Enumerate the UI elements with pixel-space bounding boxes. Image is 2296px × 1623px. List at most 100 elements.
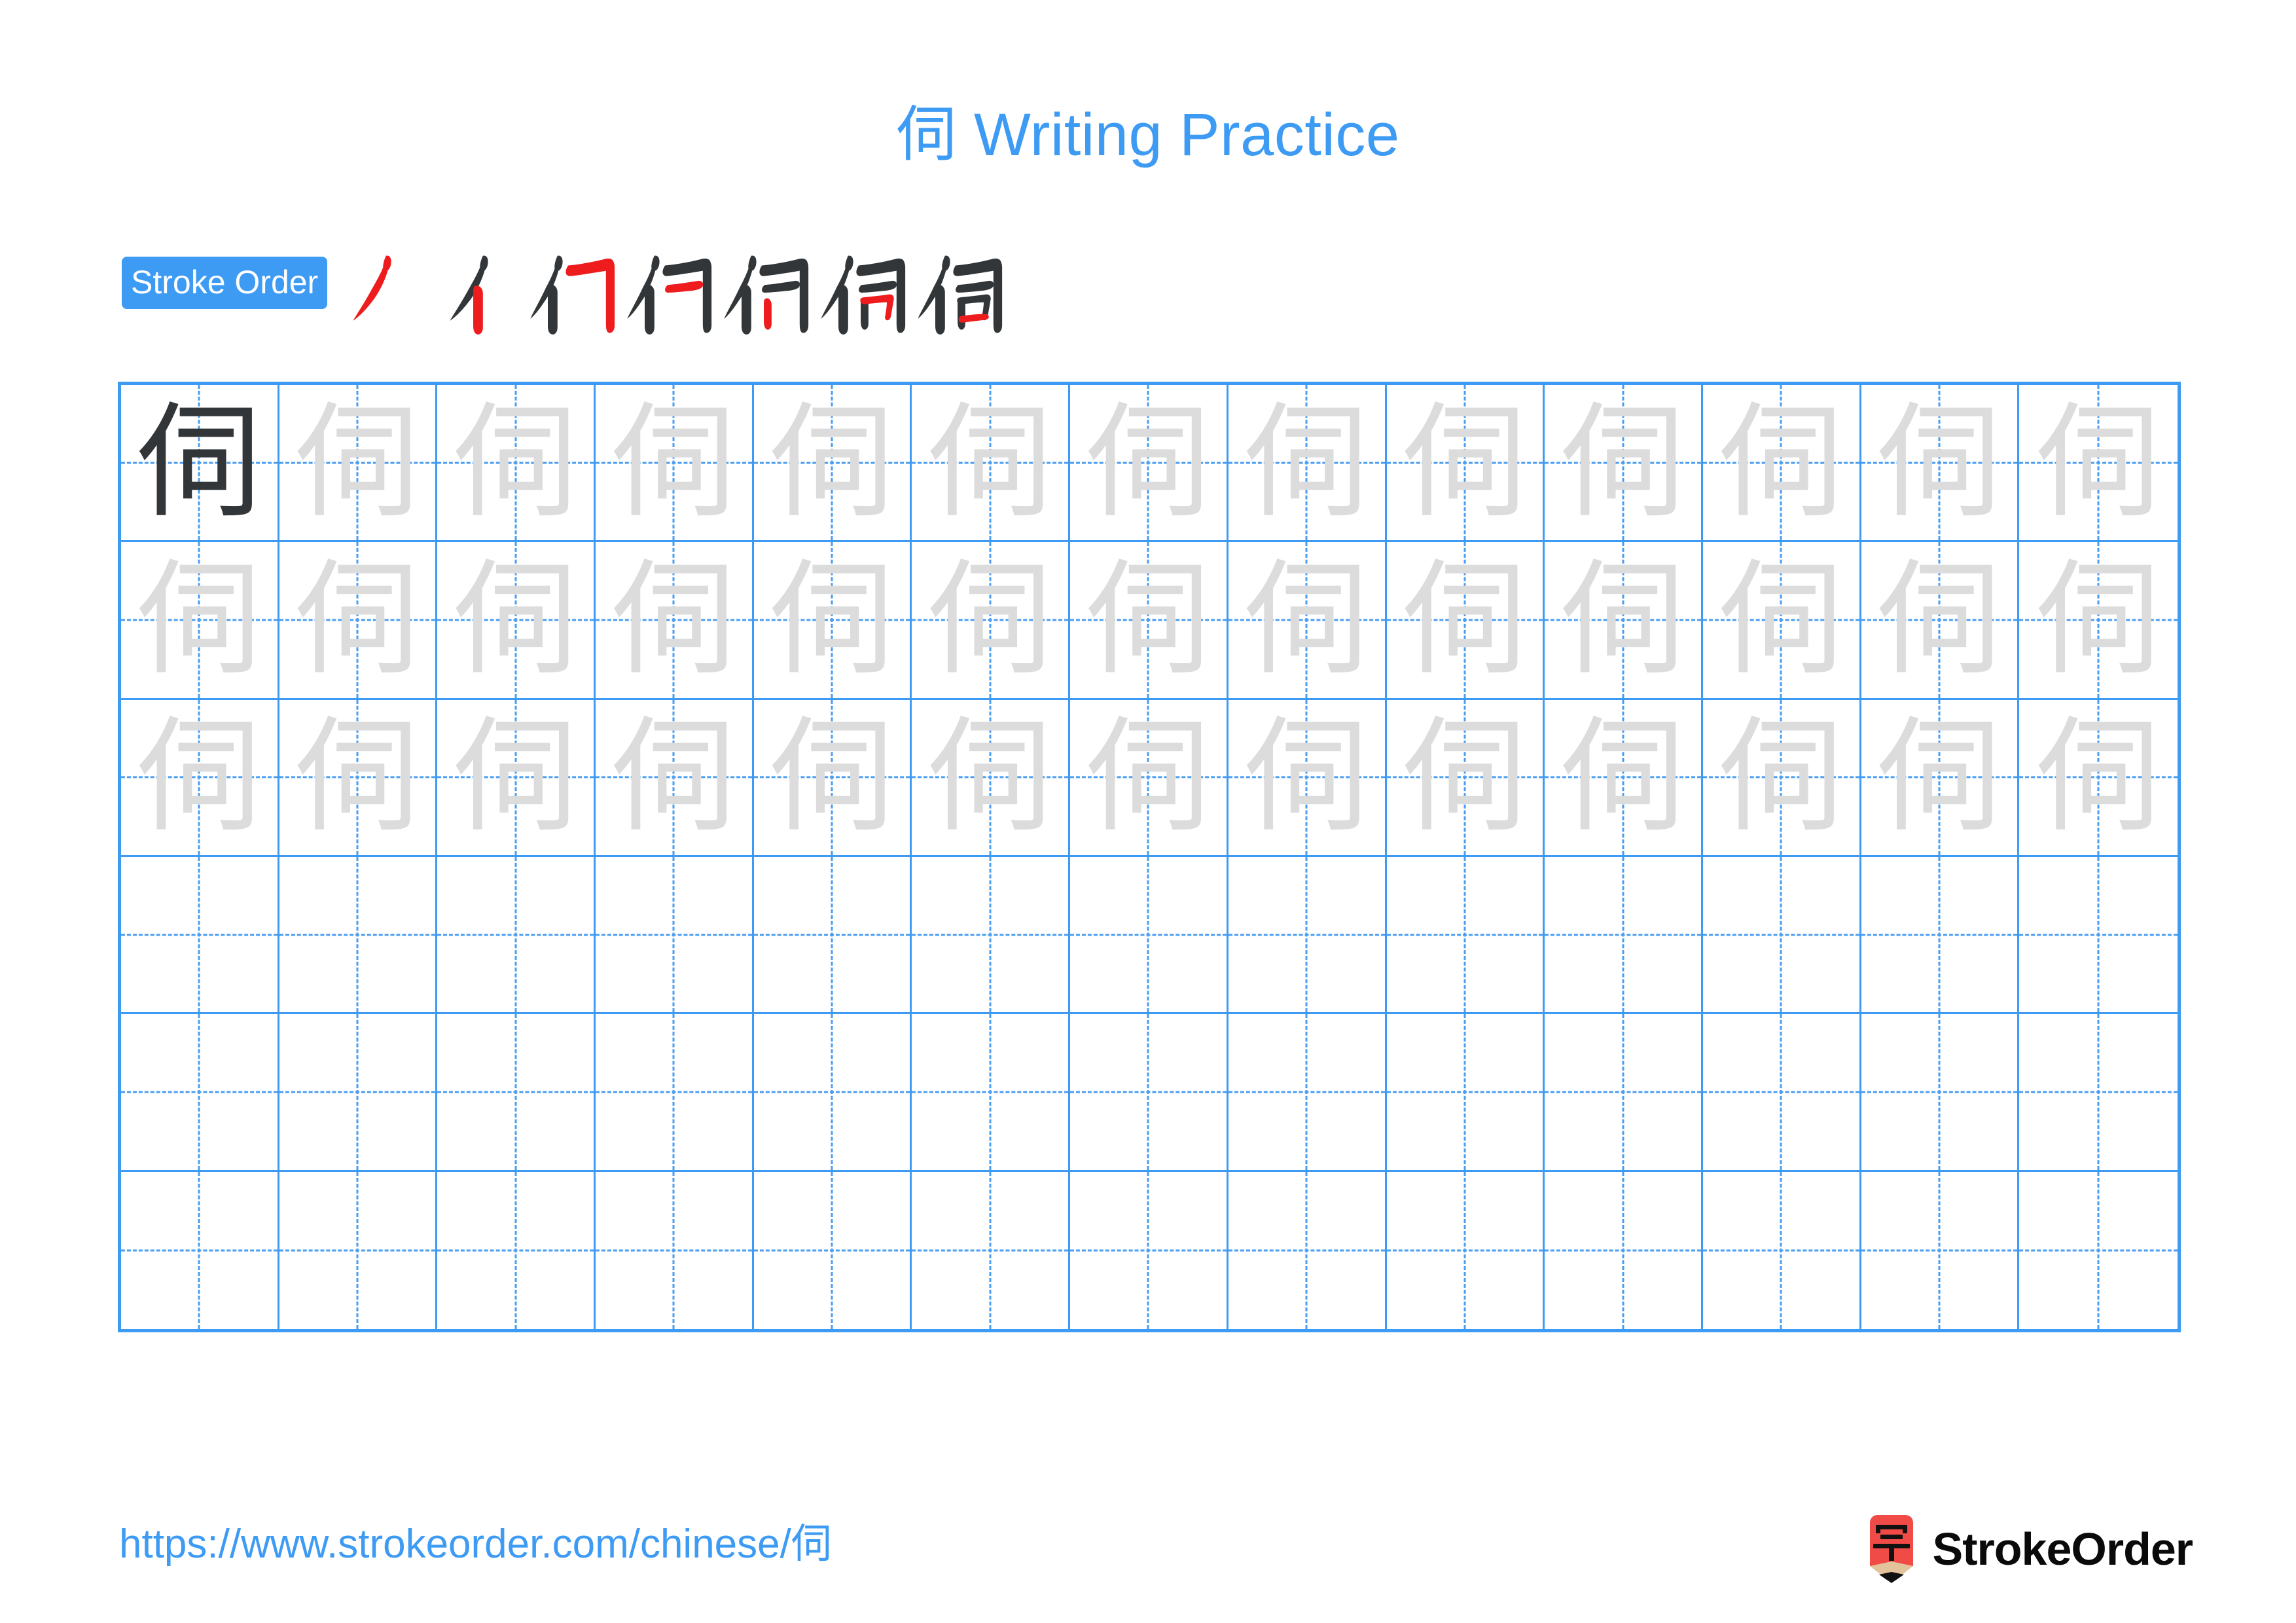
stroke-step-3-icon bbox=[530, 255, 615, 335]
practice-cell-r5-c7[interactable] bbox=[1070, 1014, 1229, 1172]
practice-cell-r4-c4[interactable] bbox=[596, 856, 754, 1015]
practice-cell-r1-c8[interactable]: 伺 bbox=[1228, 385, 1387, 543]
practice-cell-r1-c2[interactable]: 伺 bbox=[279, 385, 438, 543]
practice-cell-r5-c2[interactable] bbox=[279, 1014, 438, 1172]
practice-cell-r4-c6[interactable] bbox=[912, 856, 1071, 1015]
practice-cell-r4-c11[interactable] bbox=[1702, 856, 1861, 1015]
practice-cell-r4-c5[interactable] bbox=[753, 856, 912, 1015]
stroke-step-3 bbox=[524, 242, 620, 339]
practice-cell-r3-c3[interactable]: 伺 bbox=[437, 699, 596, 857]
trace-character: 伺 bbox=[295, 547, 420, 692]
practice-cell-r2-c11[interactable]: 伺 bbox=[1702, 542, 1861, 700]
practice-cell-r1-c5[interactable]: 伺 bbox=[753, 385, 912, 543]
practice-cell-r1-c11[interactable]: 伺 bbox=[1702, 385, 1861, 543]
practice-cell-r2-c7[interactable]: 伺 bbox=[1070, 542, 1229, 700]
practice-cell-r6-c5[interactable] bbox=[754, 1171, 912, 1329]
practice-cell-r6-c12[interactable] bbox=[1861, 1171, 2020, 1329]
trace-character: 伺 bbox=[1086, 390, 1211, 535]
page-title-text: Writing Practice bbox=[956, 101, 1400, 168]
practice-cell-r2-c9[interactable]: 伺 bbox=[1386, 542, 1545, 700]
trace-character: 伺 bbox=[2036, 704, 2161, 850]
practice-cell-r2-c4[interactable]: 伺 bbox=[596, 542, 754, 700]
practice-cell-r2-c5[interactable]: 伺 bbox=[753, 542, 912, 700]
practice-cell-r4-c10[interactable] bbox=[1545, 856, 1703, 1015]
practice-cell-r3-c9[interactable]: 伺 bbox=[1386, 699, 1545, 857]
practice-cell-r6-c9[interactable] bbox=[1387, 1171, 1545, 1329]
practice-cell-r1-c3[interactable]: 伺 bbox=[437, 385, 596, 543]
practice-cell-r2-c1[interactable]: 伺 bbox=[121, 542, 279, 700]
practice-cell-r3-c7[interactable]: 伺 bbox=[1070, 699, 1229, 857]
practice-cell-r2-c3[interactable]: 伺 bbox=[437, 542, 596, 700]
trace-character: 伺 bbox=[1876, 704, 2001, 850]
practice-grid: 伺伺伺伺伺伺伺伺伺伺伺伺伺伺伺伺伺伺伺伺伺伺伺伺伺伺伺伺伺伺伺伺伺伺伺伺伺伺伺 bbox=[118, 382, 2181, 1332]
practice-cell-r2-c10[interactable]: 伺 bbox=[1545, 542, 1703, 700]
practice-cell-r3-c1[interactable]: 伺 bbox=[121, 699, 279, 857]
practice-cell-r6-c1[interactable] bbox=[121, 1171, 279, 1329]
practice-cell-r2-c6[interactable]: 伺 bbox=[912, 542, 1071, 700]
trace-character: 伺 bbox=[1244, 704, 1369, 850]
practice-cell-r2-c2[interactable]: 伺 bbox=[279, 542, 438, 700]
practice-cell-r2-c13[interactable]: 伺 bbox=[2019, 542, 2178, 700]
practice-cell-r1-c12[interactable]: 伺 bbox=[1861, 385, 2020, 543]
practice-cell-r6-c8[interactable] bbox=[1229, 1171, 1387, 1329]
trace-character: 伺 bbox=[1402, 390, 1527, 535]
practice-cell-r4-c3[interactable] bbox=[437, 856, 596, 1015]
practice-cell-r1-c1[interactable]: 伺 bbox=[121, 385, 279, 543]
trace-character: 伺 bbox=[611, 390, 736, 535]
practice-cell-r4-c9[interactable] bbox=[1386, 856, 1545, 1015]
practice-cell-r1-c10[interactable]: 伺 bbox=[1545, 385, 1703, 543]
practice-cell-r4-c13[interactable] bbox=[2019, 857, 2178, 1015]
practice-cell-r3-c12[interactable]: 伺 bbox=[1861, 699, 2020, 857]
practice-cell-r6-c11[interactable] bbox=[1703, 1171, 1861, 1329]
practice-cell-r2-c12[interactable]: 伺 bbox=[1861, 542, 2020, 700]
practice-cell-r3-c5[interactable]: 伺 bbox=[753, 699, 912, 857]
practice-cell-r6-c3[interactable] bbox=[437, 1171, 596, 1329]
practice-cell-r1-c7[interactable]: 伺 bbox=[1070, 385, 1229, 543]
trace-character: 伺 bbox=[611, 704, 736, 850]
footer-url[interactable]: https://www.strokeorder.com/chinese/伺 bbox=[119, 1521, 832, 1567]
practice-cell-r5-c1[interactable] bbox=[121, 1014, 279, 1172]
page-title: 伺 Writing Practice bbox=[0, 105, 2296, 166]
practice-cell-r4-c7[interactable] bbox=[1070, 856, 1229, 1015]
practice-cell-r3-c11[interactable]: 伺 bbox=[1702, 699, 1861, 857]
practice-cell-r5-c12[interactable] bbox=[1861, 1014, 2020, 1172]
practice-cell-r6-c4[interactable] bbox=[596, 1171, 754, 1329]
practice-cell-r6-c13[interactable] bbox=[2019, 1172, 2178, 1329]
practice-cell-r5-c9[interactable] bbox=[1386, 1014, 1545, 1172]
practice-cell-r3-c2[interactable]: 伺 bbox=[279, 699, 438, 857]
practice-cell-r3-c4[interactable]: 伺 bbox=[596, 699, 754, 857]
practice-cell-r5-c13[interactable] bbox=[2019, 1014, 2178, 1172]
practice-cell-r3-c10[interactable]: 伺 bbox=[1545, 699, 1703, 857]
trace-character: 伺 bbox=[1402, 547, 1527, 692]
practice-cell-r4-c8[interactable] bbox=[1228, 856, 1387, 1015]
practice-cell-r3-c13[interactable]: 伺 bbox=[2019, 700, 2178, 857]
practice-cell-r4-c2[interactable] bbox=[279, 856, 438, 1015]
practice-cell-r3-c6[interactable]: 伺 bbox=[912, 699, 1071, 857]
practice-cell-r5-c4[interactable] bbox=[596, 1014, 754, 1172]
stroke-step-5 bbox=[717, 242, 814, 339]
practice-cell-r5-c10[interactable] bbox=[1545, 1014, 1703, 1172]
trace-character: 伺 bbox=[1876, 390, 2001, 535]
practice-cell-r1-c6[interactable]: 伺 bbox=[912, 385, 1071, 543]
practice-cell-r2-c8[interactable]: 伺 bbox=[1228, 542, 1387, 700]
practice-cell-r4-c12[interactable] bbox=[1861, 856, 2020, 1015]
stroke-order-steps bbox=[330, 255, 1008, 339]
practice-cell-r6-c6[interactable] bbox=[912, 1171, 1071, 1329]
trace-character: 伺 bbox=[1244, 390, 1369, 535]
practice-cell-r5-c5[interactable] bbox=[753, 1014, 912, 1172]
trace-character: 伺 bbox=[137, 547, 262, 692]
brand-logo[interactable]: StrokeOrder bbox=[1865, 1510, 2193, 1588]
practice-cell-r5-c3[interactable] bbox=[437, 1014, 596, 1172]
practice-cell-r1-c4[interactable]: 伺 bbox=[596, 385, 754, 543]
practice-cell-r3-c8[interactable]: 伺 bbox=[1228, 699, 1387, 857]
practice-cell-r6-c10[interactable] bbox=[1545, 1171, 1703, 1329]
practice-cell-r6-c2[interactable] bbox=[279, 1171, 438, 1329]
practice-cell-r5-c8[interactable] bbox=[1228, 1014, 1387, 1172]
practice-cell-r5-c6[interactable] bbox=[912, 1014, 1071, 1172]
practice-cell-r1-c13[interactable]: 伺 bbox=[2019, 385, 2178, 543]
practice-cell-r1-c9[interactable]: 伺 bbox=[1386, 385, 1545, 543]
practice-cell-r6-c7[interactable] bbox=[1070, 1171, 1229, 1329]
practice-cell-r5-c11[interactable] bbox=[1702, 1014, 1861, 1172]
practice-cell-r4-c1[interactable] bbox=[121, 856, 279, 1015]
trace-character: 伺 bbox=[295, 390, 420, 535]
